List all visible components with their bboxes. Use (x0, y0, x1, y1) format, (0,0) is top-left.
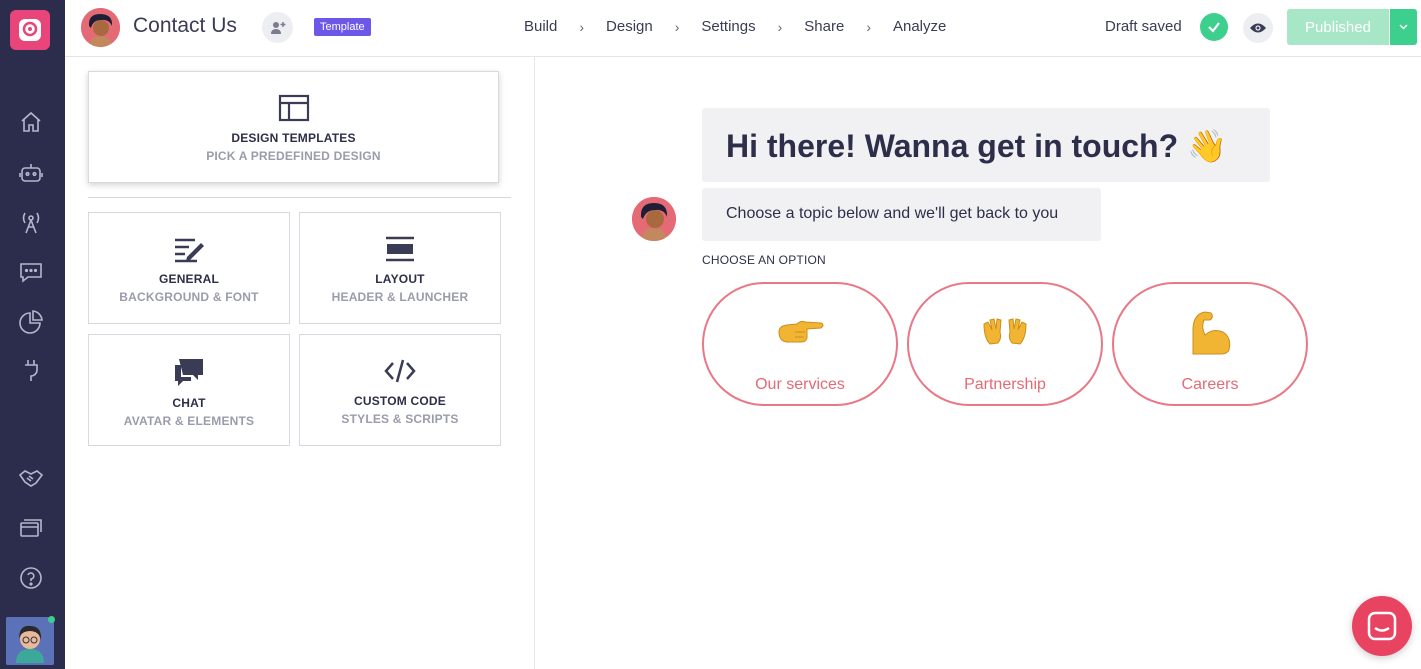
chevron-right-icon: › (777, 18, 783, 35)
antenna-icon[interactable] (16, 207, 46, 237)
card-title: CUSTOM CODE (354, 394, 446, 408)
bot-icon[interactable] (16, 158, 46, 188)
billing-icon[interactable] (16, 513, 46, 543)
paint-lines-icon (175, 238, 204, 263)
choose-option-label: CHOOSE AN OPTION (702, 253, 826, 267)
step-design[interactable]: Design (606, 18, 653, 35)
chevron-right-icon: › (866, 18, 871, 35)
template-badge: Template (314, 18, 371, 36)
card-subtitle: STYLES & SCRIPTS (341, 412, 459, 426)
card-title: DESIGN TEMPLATES (231, 131, 356, 145)
publish-dropdown-button[interactable] (1390, 9, 1417, 45)
general-settings-card[interactable]: GENERAL BACKGROUND & FONT (88, 212, 290, 324)
eye-icon (1250, 23, 1266, 33)
chevron-right-icon: › (674, 18, 680, 35)
card-subtitle: HEADER & LAUNCHER (331, 290, 469, 304)
card-subtitle: AVATAR & ELEMENTS (123, 414, 255, 428)
step-settings[interactable]: Settings (701, 18, 755, 35)
option-partnership[interactable]: Partnership (907, 282, 1103, 406)
add-user-icon (270, 21, 285, 34)
option-careers[interactable]: Careers (1112, 282, 1308, 406)
preview-button[interactable] (1243, 13, 1273, 43)
step-analyze[interactable]: Analyze (893, 18, 946, 35)
user-avatar[interactable] (6, 617, 54, 665)
publish-button[interactable]: Published (1287, 9, 1389, 45)
design-templates-card[interactable]: DESIGN TEMPLATES PICK A PREDEFINED DESIG… (88, 71, 499, 183)
logo-icon (19, 19, 41, 41)
layout-settings-card[interactable]: LAYOUT HEADER & LAUNCHER (299, 212, 501, 324)
draft-status: Draft saved (1105, 18, 1182, 35)
handshake-icon[interactable] (16, 463, 46, 493)
top-bar: Contact Us Template Build › Design › Set… (65, 0, 1421, 57)
card-title: CHAT (172, 396, 206, 410)
step-build[interactable]: Build (524, 18, 557, 35)
pointing-hand-icon (778, 320, 824, 343)
card-subtitle: BACKGROUND & FONT (119, 290, 259, 304)
option-our-services[interactable]: Our services (702, 282, 898, 406)
app-logo[interactable] (10, 10, 50, 50)
design-panel: DESIGN TEMPLATES PICK A PREDEFINED DESIG… (65, 57, 535, 669)
online-status-dot (48, 616, 55, 623)
divider (88, 197, 511, 198)
code-icon (384, 359, 416, 383)
option-label: Careers (1181, 376, 1239, 393)
home-icon[interactable] (16, 107, 46, 137)
option-label: Partnership (964, 376, 1046, 393)
chat-icon[interactable] (16, 257, 46, 287)
bot-avatar (632, 197, 676, 241)
bot-avatar[interactable] (81, 8, 120, 47)
check-icon (1200, 13, 1228, 41)
chevron-right-icon: › (579, 18, 585, 35)
flexed-bicep-icon (1192, 311, 1231, 355)
greeting-bubble: Hi there! Wanna get in touch? 👋 (702, 108, 1270, 182)
left-navigation (0, 0, 65, 669)
step-share[interactable]: Share (804, 18, 844, 35)
bot-title[interactable]: Contact Us (133, 14, 237, 38)
custom-code-card[interactable]: CUSTOM CODE STYLES & SCRIPTS (299, 334, 501, 446)
layout-icon (386, 236, 414, 262)
template-layout-icon (278, 94, 309, 122)
card-title: LAYOUT (375, 272, 425, 286)
option-label: Our services (755, 376, 845, 393)
chat-bubbles-icon (175, 359, 203, 386)
message-bubble: Choose a topic below and we'll get back … (702, 188, 1101, 241)
step-navigation: Build › Design › Settings › Share › Anal… (524, 18, 946, 35)
card-subtitle: PICK A PREDEFINED DESIGN (206, 149, 381, 163)
chat-preview: Hi there! Wanna get in touch? 👋 Choose a… (536, 57, 1421, 669)
card-title: GENERAL (158, 272, 220, 286)
chat-settings-card[interactable]: CHAT AVATAR & ELEMENTS (88, 334, 290, 446)
pie-chart-icon[interactable] (16, 307, 46, 337)
chat-launcher-button[interactable] (1352, 596, 1412, 656)
open-hands-icon (983, 318, 1027, 345)
plug-icon[interactable] (16, 355, 46, 385)
add-user-button[interactable] (262, 12, 293, 43)
messenger-icon (1367, 611, 1397, 641)
chevron-down-icon (1399, 24, 1408, 30)
help-icon[interactable] (16, 563, 46, 593)
